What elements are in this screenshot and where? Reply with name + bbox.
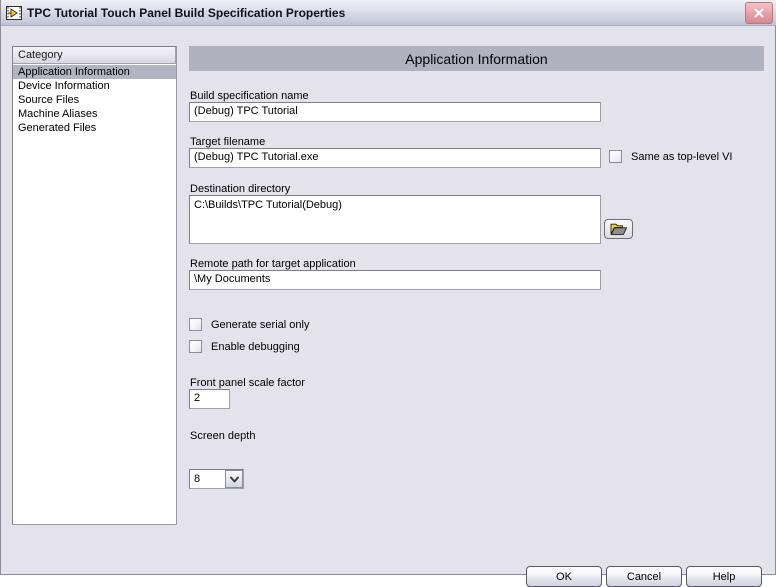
- same-as-top-level-vi-checkbox-row[interactable]: Same as top-level VI: [609, 150, 733, 163]
- same-as-top-level-vi-label: Same as top-level VI: [631, 150, 733, 163]
- dialog-body: Category Application Information Device …: [1, 26, 775, 587]
- ok-button[interactable]: OK: [526, 566, 602, 587]
- screen-depth-label: Screen depth: [190, 430, 256, 442]
- generate-serial-only-label: Generate serial only: [211, 318, 310, 331]
- screen-depth-dropdown-arrow[interactable]: [225, 470, 243, 488]
- front-panel-scale-factor-input[interactable]: 2: [189, 389, 230, 409]
- help-button[interactable]: Help: [686, 566, 762, 587]
- folder-open-icon: [610, 223, 627, 235]
- screen-depth-value: 8: [194, 473, 201, 485]
- target-filename-input[interactable]: (Debug) TPC Tutorial.exe: [189, 148, 601, 168]
- enable-debugging-label: Enable debugging: [211, 340, 300, 353]
- front-panel-scale-factor-label: Front panel scale factor: [190, 377, 305, 389]
- category-column-header: Category: [13, 47, 176, 64]
- enable-debugging-checkbox[interactable]: [189, 340, 202, 353]
- panel-title: Application Information: [189, 46, 764, 71]
- properties-dialog-window: TPC Tutorial Touch Panel Build Specifica…: [0, 0, 776, 587]
- enable-debugging-checkbox-row[interactable]: Enable debugging: [189, 340, 300, 353]
- target-filename-label: Target filename: [190, 136, 266, 148]
- category-item-device-information[interactable]: Device Information: [13, 79, 176, 93]
- category-list-box: Category Application Information Device …: [12, 46, 177, 525]
- screen-depth-dropdown[interactable]: 8: [189, 469, 244, 489]
- build-spec-name-label: Build specification name: [190, 90, 309, 102]
- category-item-machine-aliases[interactable]: Machine Aliases: [13, 107, 176, 121]
- generate-serial-only-checkbox[interactable]: [189, 318, 202, 331]
- browse-destination-button[interactable]: [604, 219, 633, 239]
- remote-path-input[interactable]: \My Documents: [189, 270, 601, 290]
- remote-path-label: Remote path for target application: [190, 258, 356, 270]
- labview-vi-icon: [6, 5, 22, 21]
- cancel-button[interactable]: Cancel: [606, 566, 682, 587]
- category-list: Application Information Device Informati…: [13, 64, 176, 135]
- generate-serial-only-checkbox-row[interactable]: Generate serial only: [189, 318, 309, 331]
- category-item-application-information[interactable]: Application Information: [13, 65, 176, 79]
- close-button[interactable]: [745, 1, 773, 24]
- destination-directory-label: Destination directory: [190, 183, 291, 195]
- same-as-top-level-vi-checkbox[interactable]: [609, 150, 622, 163]
- destination-directory-input[interactable]: C:\Builds\TPC Tutorial(Debug): [189, 195, 601, 244]
- chevron-down-icon: [229, 476, 239, 482]
- build-spec-name-input[interactable]: (Debug) TPC Tutorial: [189, 102, 601, 122]
- category-item-generated-files[interactable]: Generated Files: [13, 121, 176, 135]
- title-bar: TPC Tutorial Touch Panel Build Specifica…: [1, 0, 776, 26]
- category-item-source-files[interactable]: Source Files: [13, 93, 176, 107]
- close-icon: [754, 8, 764, 17]
- window-title: TPC Tutorial Touch Panel Build Specifica…: [27, 5, 346, 20]
